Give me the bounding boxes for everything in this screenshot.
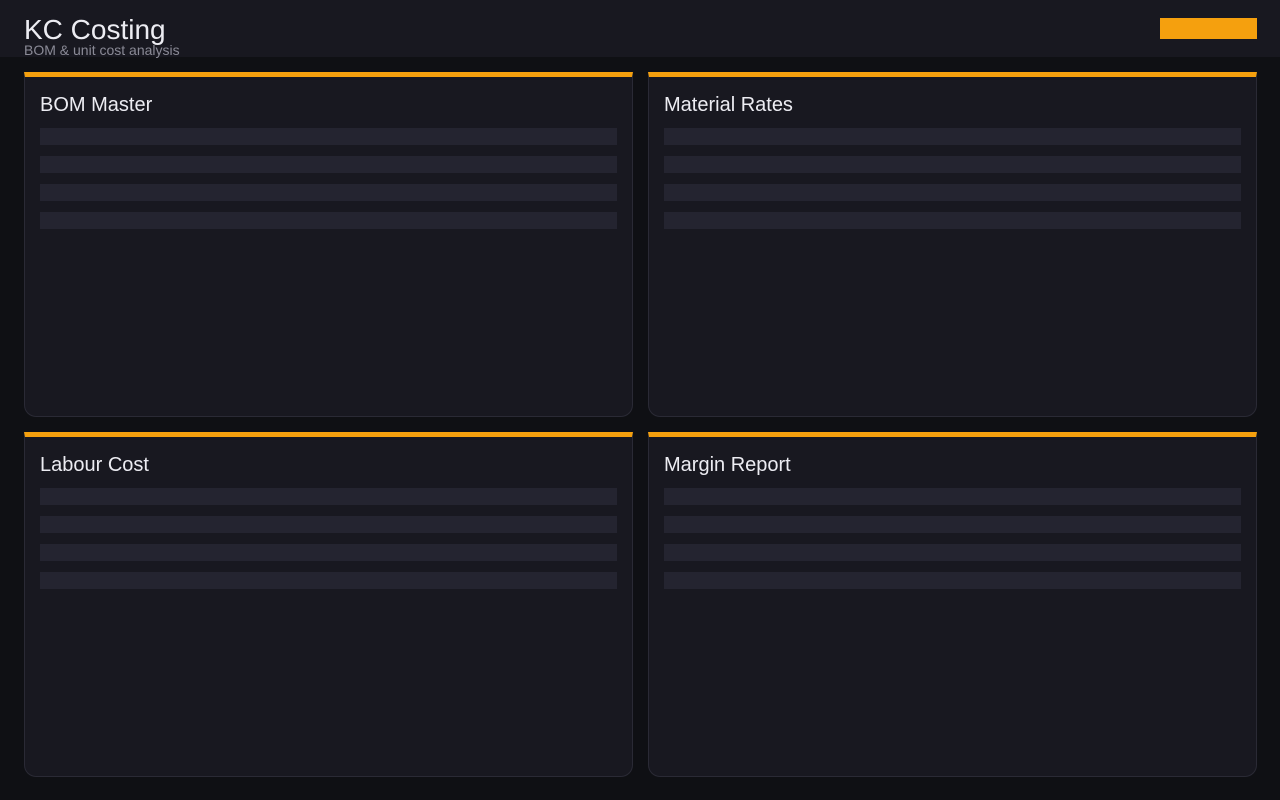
loading-row bbox=[40, 128, 617, 145]
card-bom-master[interactable]: BOM Master bbox=[24, 72, 633, 417]
loading-row bbox=[664, 212, 1241, 229]
loading-row bbox=[664, 488, 1241, 505]
loading-row bbox=[40, 516, 617, 533]
card-title: Margin Report bbox=[664, 454, 791, 476]
loading-row bbox=[40, 572, 617, 589]
card-title: Labour Cost bbox=[40, 454, 149, 476]
loading-row bbox=[664, 572, 1241, 589]
app-subtitle: BOM & unit cost analysis bbox=[24, 42, 180, 58]
card-material-rates[interactable]: Material Rates bbox=[648, 72, 1257, 417]
loading-row bbox=[664, 128, 1241, 145]
card-labour-cost[interactable]: Labour Cost bbox=[24, 432, 633, 777]
app-header: KC Costing BOM & unit cost analysis bbox=[0, 0, 1280, 58]
dashboard-grid: BOM Master Material Rates Labour Cost Ma… bbox=[24, 72, 1257, 777]
card-margin-report[interactable]: Margin Report bbox=[648, 432, 1257, 777]
loading-row bbox=[40, 184, 617, 201]
card-title: BOM Master bbox=[40, 94, 153, 116]
loading-row bbox=[40, 212, 617, 229]
loading-row bbox=[664, 156, 1241, 173]
loading-row bbox=[664, 184, 1241, 201]
loading-row bbox=[664, 544, 1241, 561]
header-action-button[interactable] bbox=[1160, 18, 1257, 39]
loading-row bbox=[40, 544, 617, 561]
loading-row bbox=[40, 156, 617, 173]
loading-row bbox=[40, 488, 617, 505]
card-rows bbox=[40, 488, 617, 600]
card-title: Material Rates bbox=[664, 94, 793, 116]
loading-row bbox=[664, 516, 1241, 533]
card-rows bbox=[40, 128, 617, 240]
card-rows bbox=[664, 128, 1241, 240]
card-rows bbox=[664, 488, 1241, 600]
